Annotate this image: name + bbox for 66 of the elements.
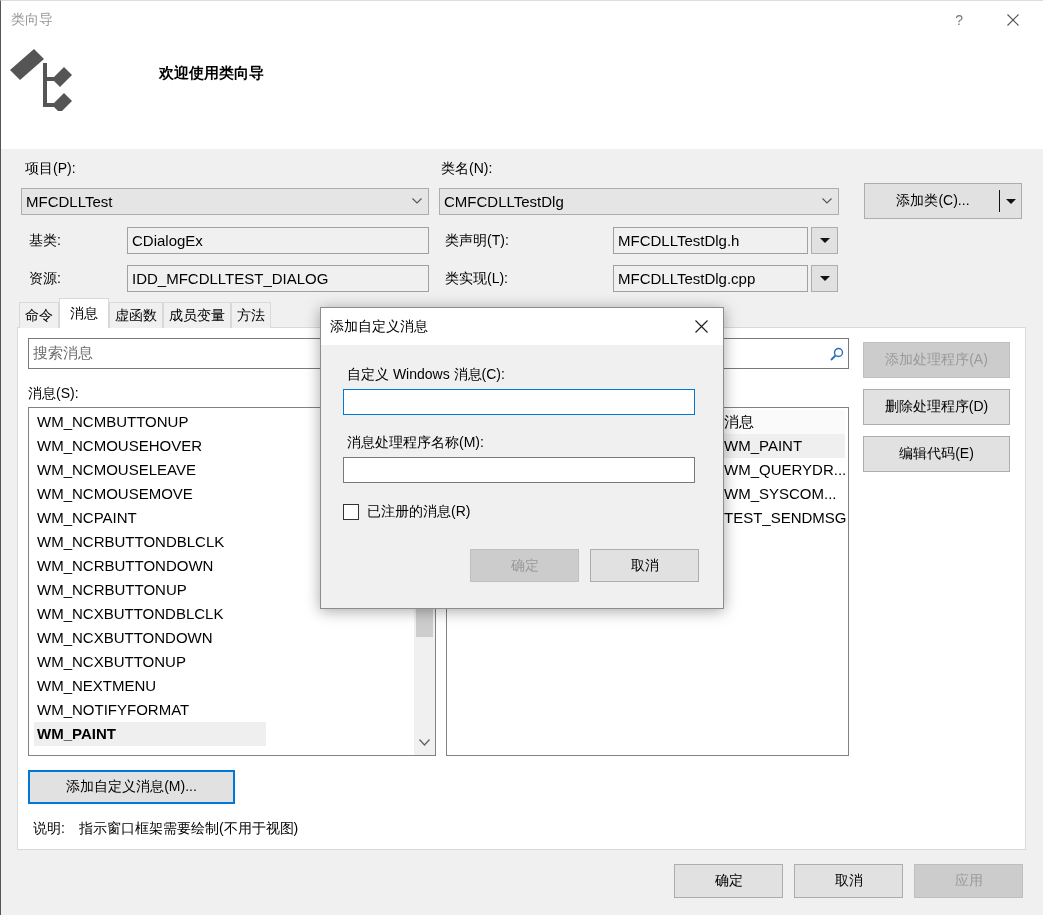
dialog-button[interactable]: 取消 xyxy=(794,864,903,898)
dialog-heading: 欢迎使用类向导 xyxy=(159,64,264,83)
list-item[interactable]: WM_NCMOUSELEAVE xyxy=(34,458,266,482)
modal-title: 添加自定义消息 xyxy=(330,317,428,336)
list-item[interactable]: WM_PAINT xyxy=(34,722,266,746)
close-icon xyxy=(1007,14,1019,26)
class-dropdown[interactable]: CMFCDLLTestDlg xyxy=(439,187,839,215)
list-item[interactable]: WM_NCRBUTTONDBLCLK xyxy=(34,530,266,554)
field-label: 项目(P): xyxy=(24,160,77,178)
list-item[interactable]: WM_QUERYDR... xyxy=(724,458,845,482)
close-icon xyxy=(695,320,708,333)
window-title: 类向导 xyxy=(11,11,54,29)
chevron-down-icon xyxy=(419,739,430,746)
column-header: 消息 xyxy=(724,410,845,434)
field-label: 资源: xyxy=(28,269,62,288)
handler-button[interactable]: 编辑代码(E) xyxy=(863,436,1010,472)
file-field[interactable]: MFCDLLTestDlg.cpp xyxy=(613,265,808,292)
list-item[interactable]: WM_NCRBUTTONDOWN xyxy=(34,554,266,578)
list-item[interactable]: WM_SYSCOM... xyxy=(724,482,845,506)
field-label: 类声明(T): xyxy=(444,231,510,250)
file-field[interactable]: MFCDLLTestDlg.h xyxy=(613,227,808,254)
add-class-button[interactable]: 添加类(C)... xyxy=(864,183,1022,219)
tab[interactable]: 消息 xyxy=(59,298,109,328)
help-button[interactable]: ? xyxy=(955,12,963,28)
list-item[interactable]: WM_NCMBUTTONUP xyxy=(34,410,266,434)
handler-button[interactable]: 删除处理程序(D) xyxy=(863,389,1010,425)
list-item[interactable]: WM_NCXBUTTONUP xyxy=(34,650,266,674)
field-label: 自定义 Windows 消息(C): xyxy=(346,366,506,382)
list-label: 消息(S): xyxy=(28,385,80,401)
tab[interactable]: 成员变量 xyxy=(163,302,231,328)
list-item[interactable]: WM_NCXBUTTONDOWN xyxy=(34,626,266,650)
chevron-down-icon xyxy=(822,198,832,204)
list-item[interactable]: WM_PAINT xyxy=(724,434,845,458)
list-item[interactable]: WM_NCRBUTTONUP xyxy=(34,578,266,602)
tab[interactable]: 方法 xyxy=(231,302,271,328)
flow-diagram-icon xyxy=(10,47,74,111)
text-field[interactable] xyxy=(343,389,695,415)
checkbox[interactable] xyxy=(343,504,359,520)
list-item[interactable]: WM_NCPAINT xyxy=(34,506,266,530)
description-label: 说明: xyxy=(33,820,65,836)
list-item[interactable]: WM_NCMOUSEHOVER xyxy=(34,434,266,458)
search-icon xyxy=(830,346,844,361)
text-field[interactable] xyxy=(343,457,695,483)
field-label: 类实现(L): xyxy=(444,269,509,288)
dropdown-button[interactable] xyxy=(811,227,838,254)
list-item[interactable]: WM_NEXTMENU xyxy=(34,674,266,698)
list-item[interactable]: WM_NCXBUTTONDBLCLK xyxy=(34,602,266,626)
field-label: 消息处理程序名称(M): xyxy=(346,434,485,450)
field-label: 基类: xyxy=(28,231,62,250)
field-label: 类名(N): xyxy=(440,160,493,178)
caret-icon xyxy=(819,238,830,243)
caret-icon xyxy=(819,276,830,281)
add-custom-message-button[interactable]: 添加自定义消息(M)... xyxy=(28,770,235,804)
modal-button[interactable]: 取消 xyxy=(590,549,699,582)
list-item[interactable]: WM_NOTIFYFORMAT xyxy=(34,698,266,722)
dropdown-button[interactable] xyxy=(811,265,838,292)
project-dropdown[interactable]: MFCDLLTest xyxy=(21,187,429,215)
description-text: 指示窗口框架需要绘制(不用于视图) xyxy=(78,820,299,836)
caret-icon xyxy=(1006,198,1016,204)
list-item[interactable]: TEST_SENDMSG xyxy=(724,506,845,530)
dialog-button[interactable]: 确定 xyxy=(674,864,783,898)
tab[interactable]: 虚函数 xyxy=(109,302,163,328)
checkbox-label: 已注册的消息(R) xyxy=(367,503,471,521)
list-item[interactable]: WM_NCMOUSEMOVE xyxy=(34,482,266,506)
tab[interactable]: 命令 xyxy=(19,302,59,328)
chevron-down-icon xyxy=(412,198,422,204)
